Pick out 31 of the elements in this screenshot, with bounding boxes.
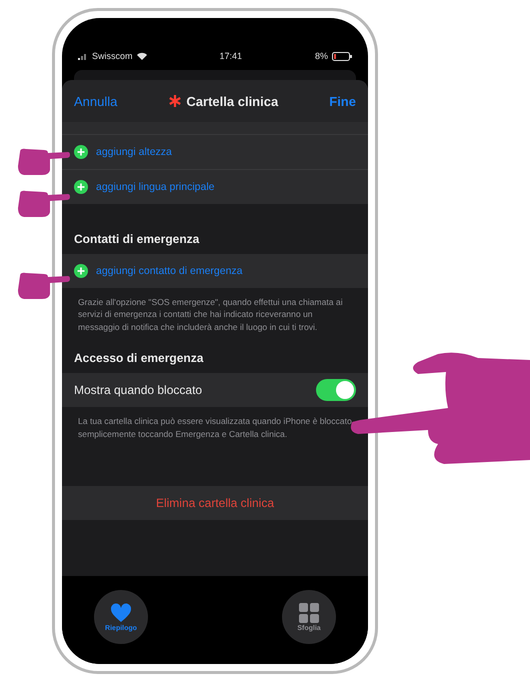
section-title: Accesso di emergenza [73,350,204,368]
carrier-name: Swisscom [92,51,133,61]
add-icon[interactable] [74,264,88,278]
done-button[interactable]: Fine [329,94,356,108]
add-label[interactable]: aggiungi contatto di emergenza [96,265,243,277]
section-title: Contatti di emergenza [73,231,200,248]
add-label[interactable]: aggiungi lingua principale [96,181,215,193]
battery-icon [332,52,352,60]
pointing-hand-drawing [16,270,70,300]
add-row[interactable]: aggiungi contatto di emergenza [62,254,368,288]
battery-percent: 8% [314,51,328,61]
add-icon[interactable] [74,145,88,159]
pointing-hand-drawing [16,146,70,176]
wifi-icon [136,52,147,60]
section-footer: La tua cartella clinica può essere visualizzata quando iPhone è bloccato semplicemente toccando Emergenza e Cartella clinica. [62,407,368,444]
cancel-button[interactable]: Annulla [74,94,118,108]
add-icon[interactable] [74,180,88,194]
toggle-switch[interactable] [316,379,356,402]
clock-time: 17:41 [219,51,242,61]
grid-icon [299,602,319,622]
signal-icon [78,52,88,60]
add-label[interactable]: aggiungi altezza [96,146,172,158]
pointing-hand-drawing [16,188,70,218]
sheet-title: Cartella clinica [186,94,278,108]
section-footer: Grazie all'opzione "SOS emergenze", quando effettui una chiamata ai servizi di emergenza i contatti che hai indicato riceveranno un messaggio di notifica che includerà anche il luogo in cui ti trovi. [62,288,368,338]
add-row[interactable]: aggiungi lingua principale [62,169,368,204]
heart-icon [110,602,132,622]
delete-button[interactable]: Elimina cartella clinica [62,486,368,520]
add-row[interactable]: aggiungi altezza [62,135,368,169]
toggle-label: Mostra quando bloccato [74,383,204,398]
asterisk-icon [168,94,182,108]
